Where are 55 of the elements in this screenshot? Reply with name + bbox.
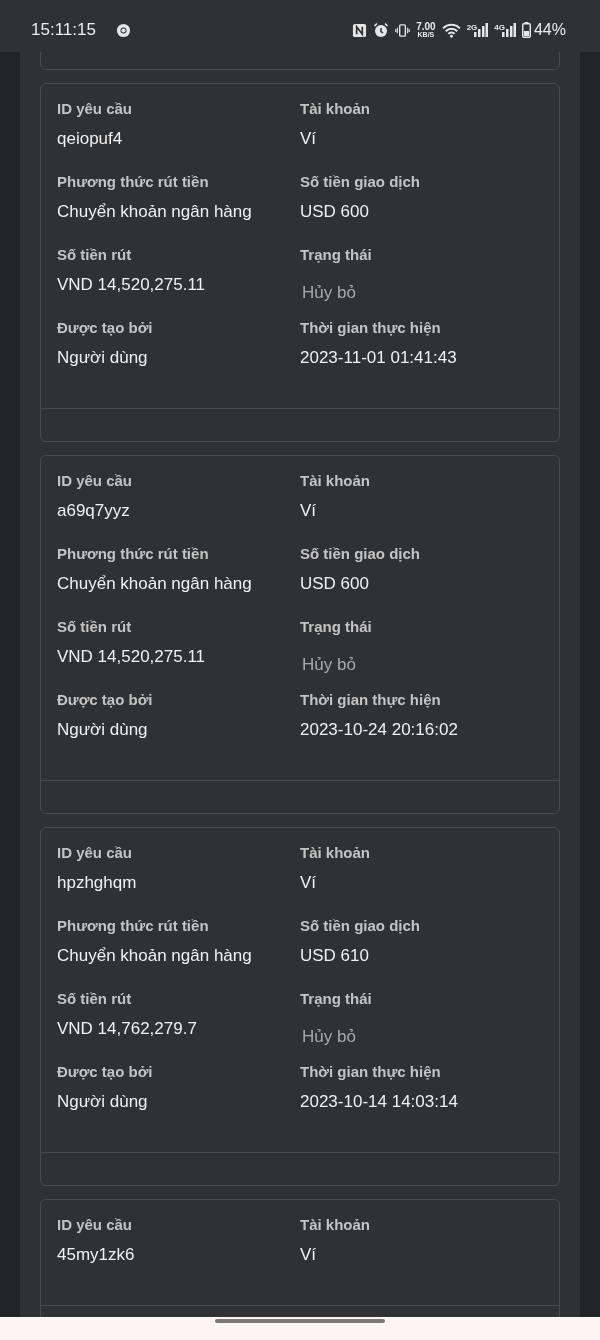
battery-icon [521, 22, 531, 38]
field-label: Được tạo bởi [57, 1063, 153, 1080]
field-value: Ví [300, 501, 317, 521]
field-value: Ví [300, 129, 317, 149]
wifi-icon [441, 22, 461, 38]
nfc-icon [352, 22, 368, 38]
field-label: Trạng thái [300, 618, 372, 635]
home-indicator[interactable] [215, 1319, 385, 1323]
field-value: Người dùng [57, 348, 148, 368]
field-value: Chuyển khoản ngân hàng [57, 946, 252, 966]
field-value: a69q7yyz [57, 501, 130, 521]
field-value: Chuyển khoản ngân hàng [57, 574, 252, 594]
field-value: Ví [300, 873, 317, 893]
field-label: Trạng thái [300, 246, 372, 263]
field-value: qeiopuf4 [57, 129, 123, 149]
field-label: Số tiền rút [57, 618, 132, 635]
field-label: Số tiền giao dịch [300, 545, 420, 562]
field-label: Phương thức rút tiền [57, 173, 209, 190]
field-value: Người dùng [57, 1092, 148, 1112]
vibrate-icon [395, 22, 411, 38]
field-value: VND 14,762,279.7 [57, 1019, 197, 1039]
field-label: Tài khoản [300, 1216, 370, 1233]
clock-time: 15:11:15 [31, 20, 96, 40]
field-value: 2023-10-24 20:16:02 [300, 720, 458, 740]
field-label: Tài khoản [300, 844, 370, 861]
field-label: Trạng thái [300, 990, 372, 1007]
field-label: Tài khoản [300, 472, 370, 489]
field-label: Được tạo bởi [57, 691, 153, 708]
field-value: 2023-10-14 14:03:14 [300, 1092, 458, 1112]
field-label: Phương thức rút tiền [57, 917, 209, 934]
field-value: 45my1zk6 [57, 1245, 135, 1265]
field-label: Số tiền giao dịch [300, 917, 420, 934]
field-label: Phương thức rút tiền [57, 545, 209, 562]
field-value: 2023-11-01 01:41:43 [300, 348, 457, 368]
field-value: VND 14,520,275.11 [57, 647, 206, 667]
field-value: USD 610 [300, 946, 369, 966]
field-value: USD 600 [300, 202, 369, 222]
field-value: Chuyển khoản ngân hàng [57, 202, 252, 222]
field-value: hpzhghqm [57, 873, 137, 893]
field-label: ID yêu cầu [57, 844, 133, 861]
field-label: Tài khoản [300, 100, 370, 117]
field-value: Ví [300, 1245, 317, 1265]
field-label: Được tạo bởi [57, 319, 153, 336]
alarm-icon [373, 22, 390, 38]
field-label: ID yêu cầu [57, 100, 133, 117]
battery-percent: 44% [533, 21, 566, 39]
field-label: ID yêu cầu [57, 472, 133, 489]
field-label: Số tiền giao dịch [300, 173, 420, 190]
field-value: USD 600 [300, 574, 369, 594]
field-value: VND 14,520,275.11 [57, 275, 206, 295]
field-label: Số tiền rút [57, 990, 132, 1007]
field-value: Người dùng [57, 720, 148, 740]
field-label: Số tiền rút [57, 246, 132, 263]
browser-icon [115, 22, 131, 38]
field-label: ID yêu cầu [57, 1216, 133, 1233]
